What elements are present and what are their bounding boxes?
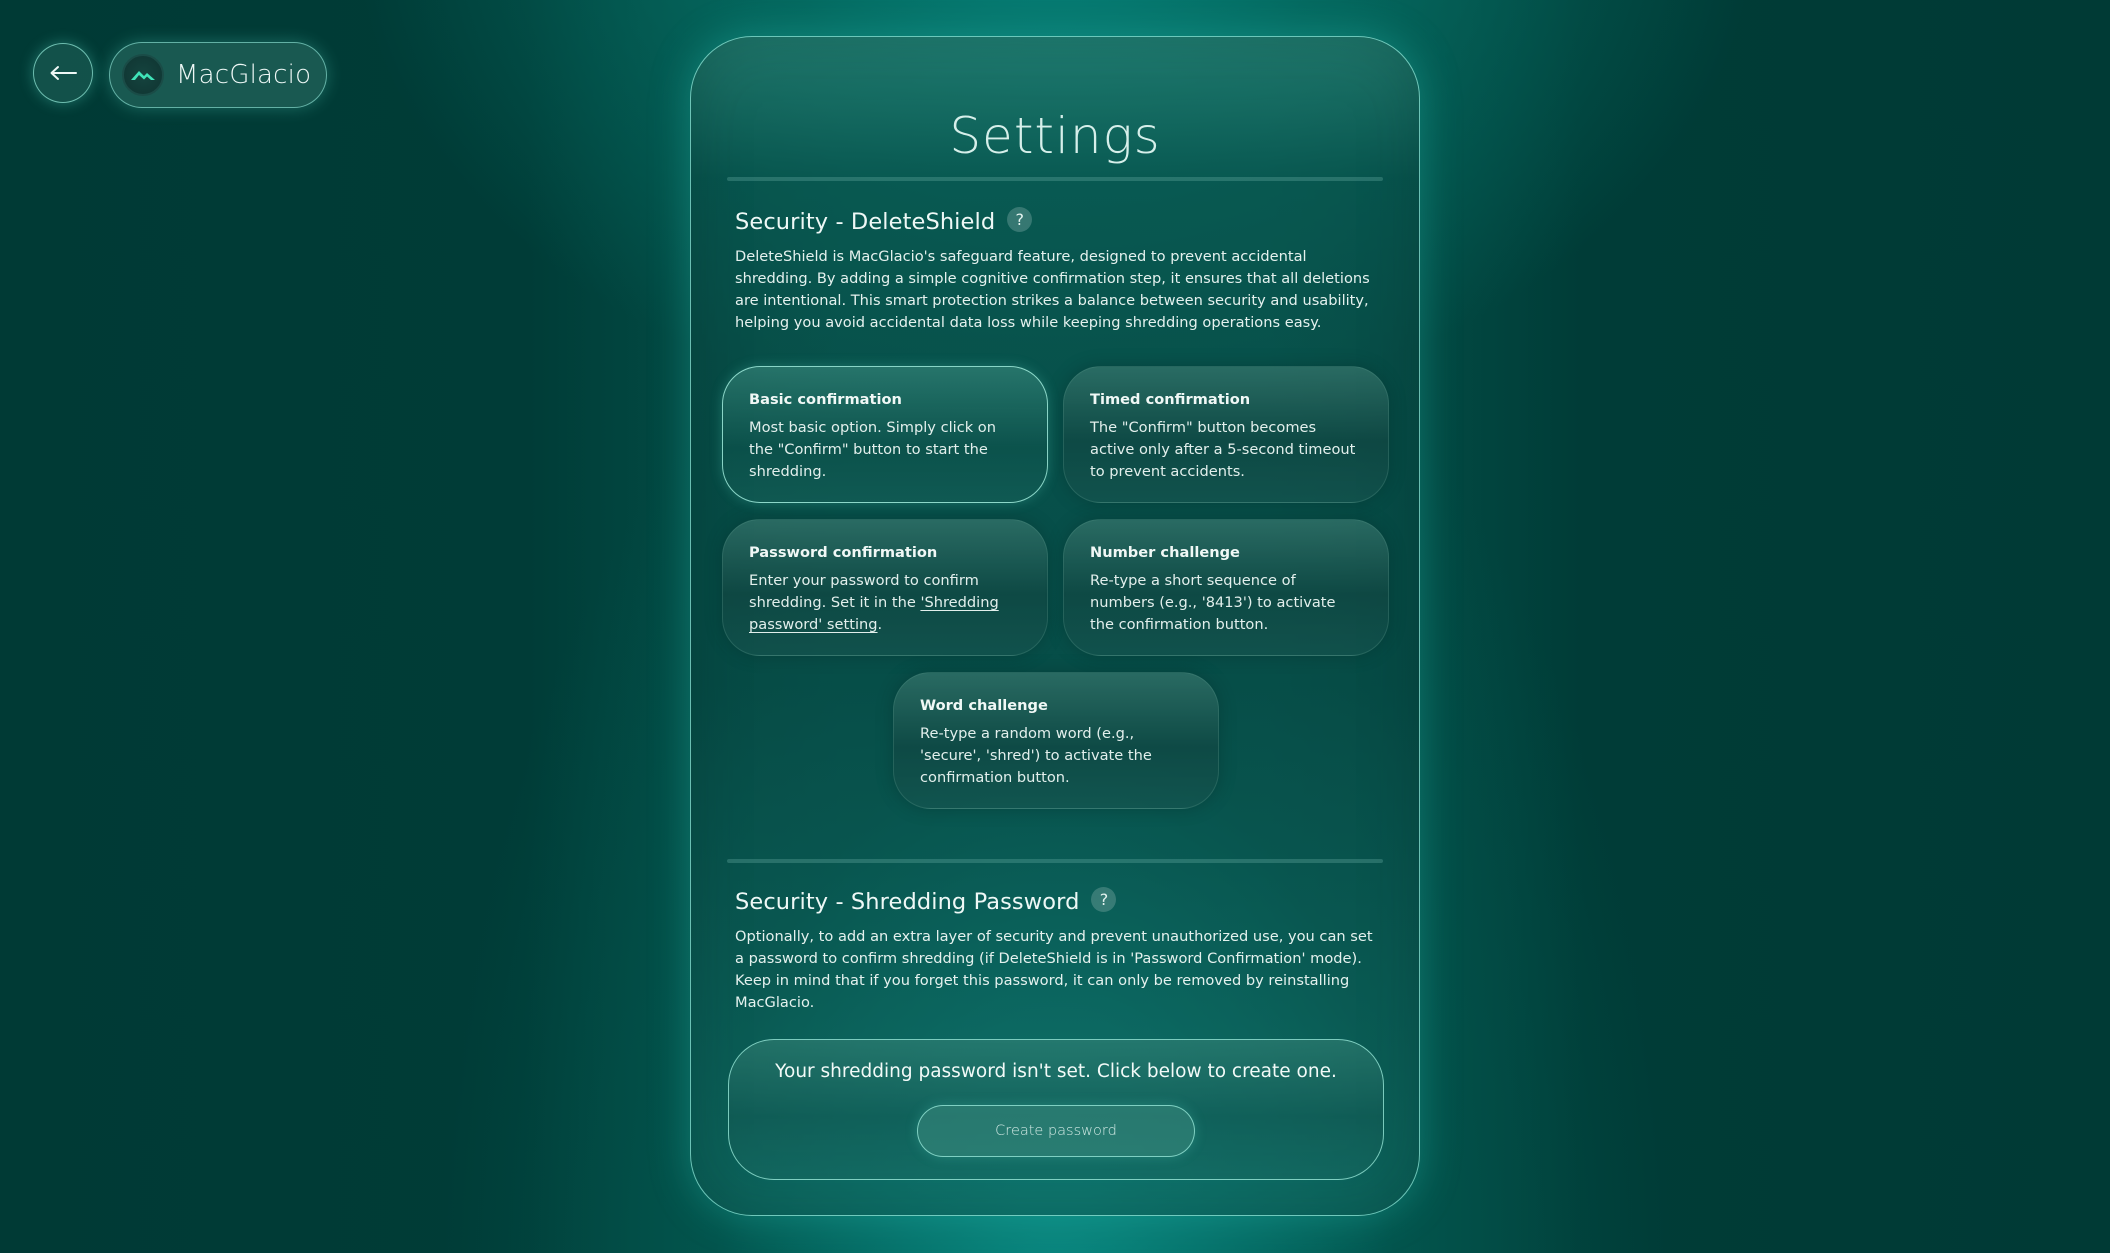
page-title: Settings [949,107,1161,165]
deleteshield-title: Security - DeleteShield [735,209,996,235]
option-description-suffix: . [877,616,883,633]
option-description: The "Confirm" button becomes active only… [1090,419,1356,480]
shredding-password-title: Security - Shredding Password [735,889,1080,915]
option-timed-confirmation[interactable]: Timed confirmation The "Confirm" button … [1063,366,1389,503]
option-basic-confirmation[interactable]: Basic confirmation Most basic option. Si… [722,366,1048,503]
deleteshield-header: Security - DeleteShield ? [735,206,1033,235]
app-name: MacGlacio [176,60,312,90]
divider [727,177,1383,181]
option-description: Re-type a short sequence of numbers (e.g… [1090,572,1336,633]
option-title: Password confirmation [749,544,938,561]
shredding-password-header: Security - Shredding Password ? [735,886,1117,915]
option-title: Basic confirmation [749,391,902,408]
mountain-icon [131,71,155,80]
shredding-password-description: Optionally, to add an extra layer of sec… [735,928,1373,1011]
divider [727,859,1383,863]
option-description: Most basic option. Simply click on the "… [749,419,996,480]
app-logo [122,54,164,96]
password-status-message: Your shredding password isn't set. Click… [775,1061,1337,1082]
option-title: Word challenge [920,697,1048,714]
deleteshield-description: DeleteShield is MacGlacio's safeguard fe… [735,248,1370,331]
password-status-box: Your shredding password isn't set. Click… [728,1039,1384,1180]
settings-panel: Settings Security - DeleteShield ? Delet… [690,36,1420,1216]
option-description: Re-type a random word (e.g., 'secure', '… [920,725,1152,786]
back-button[interactable] [33,43,93,103]
option-password-confirmation[interactable]: Password confirmation Enter your passwor… [722,519,1048,656]
option-title: Number challenge [1090,544,1240,561]
option-description: Enter your password to confirm shredding… [749,570,1021,636]
option-word-challenge[interactable]: Word challenge Re-type a random word (e.… [893,672,1219,809]
help-icon[interactable]: ? [1091,886,1117,912]
option-title: Timed confirmation [1090,391,1251,408]
arrow-left-icon [50,66,77,80]
help-icon[interactable]: ? [1007,206,1033,232]
create-password-button[interactable]: Create password [917,1105,1195,1157]
option-number-challenge[interactable]: Number challenge Re-type a short sequenc… [1063,519,1389,656]
app-brand: MacGlacio [109,42,327,108]
